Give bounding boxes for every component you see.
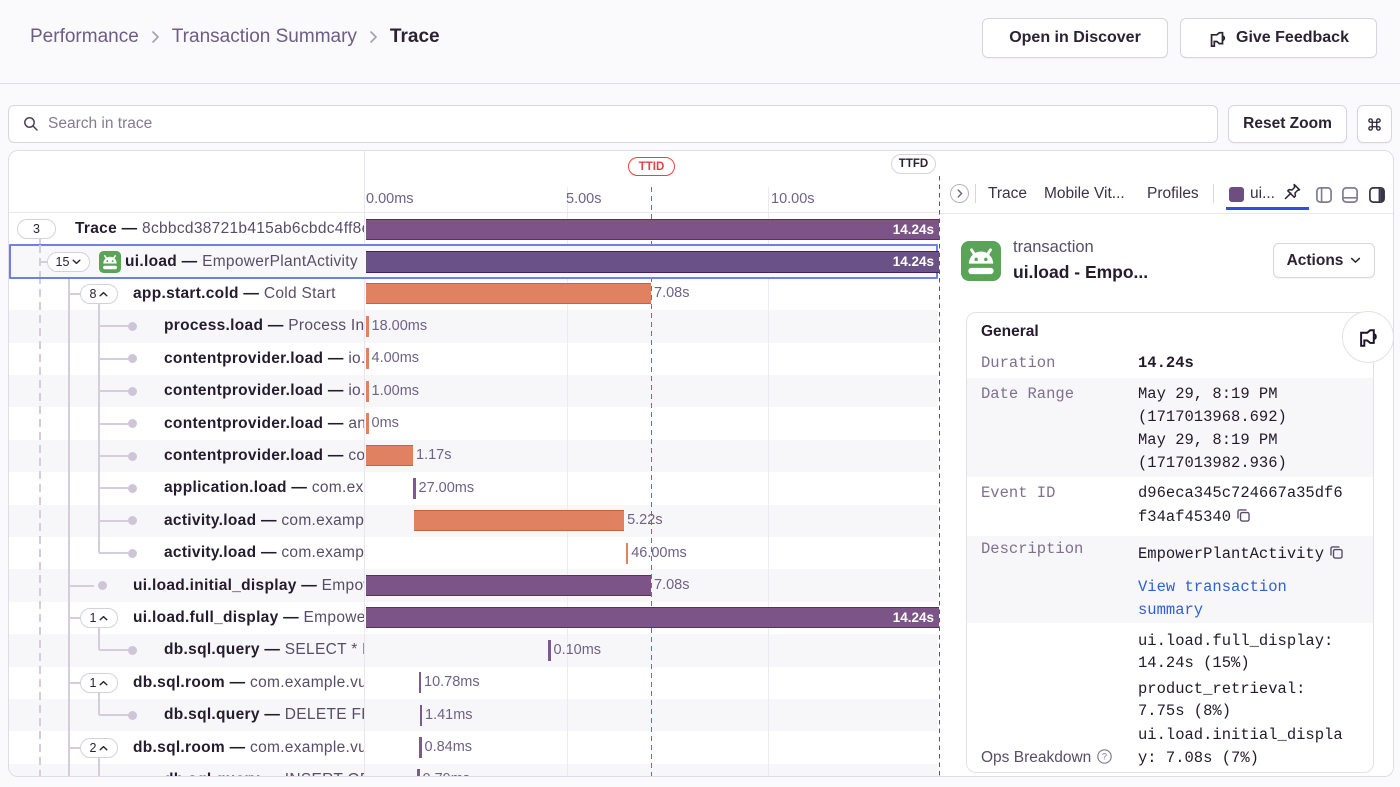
svg-text:?: ? [1102, 752, 1107, 762]
